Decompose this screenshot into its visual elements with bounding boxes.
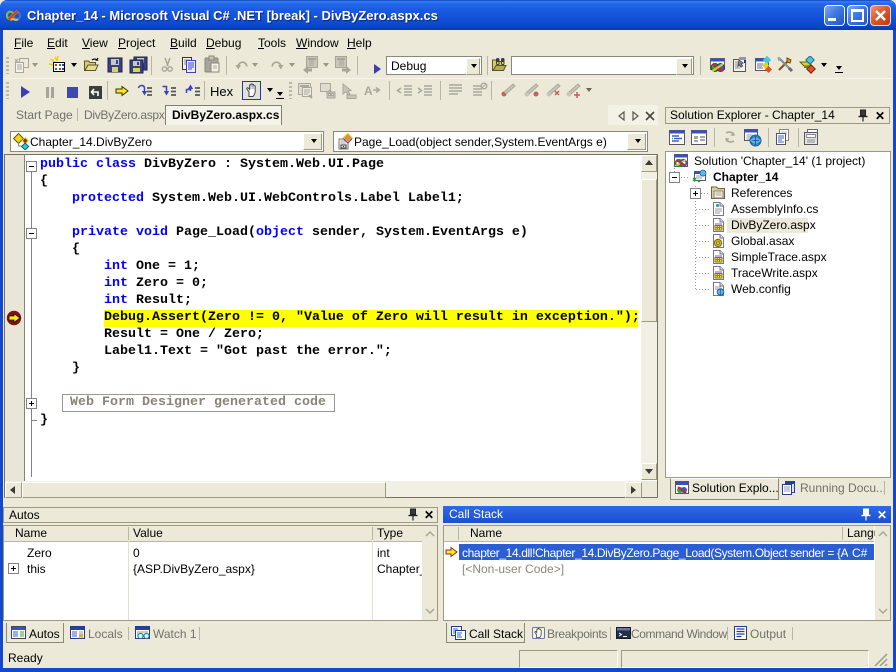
svg-text:A: A	[364, 84, 373, 98]
